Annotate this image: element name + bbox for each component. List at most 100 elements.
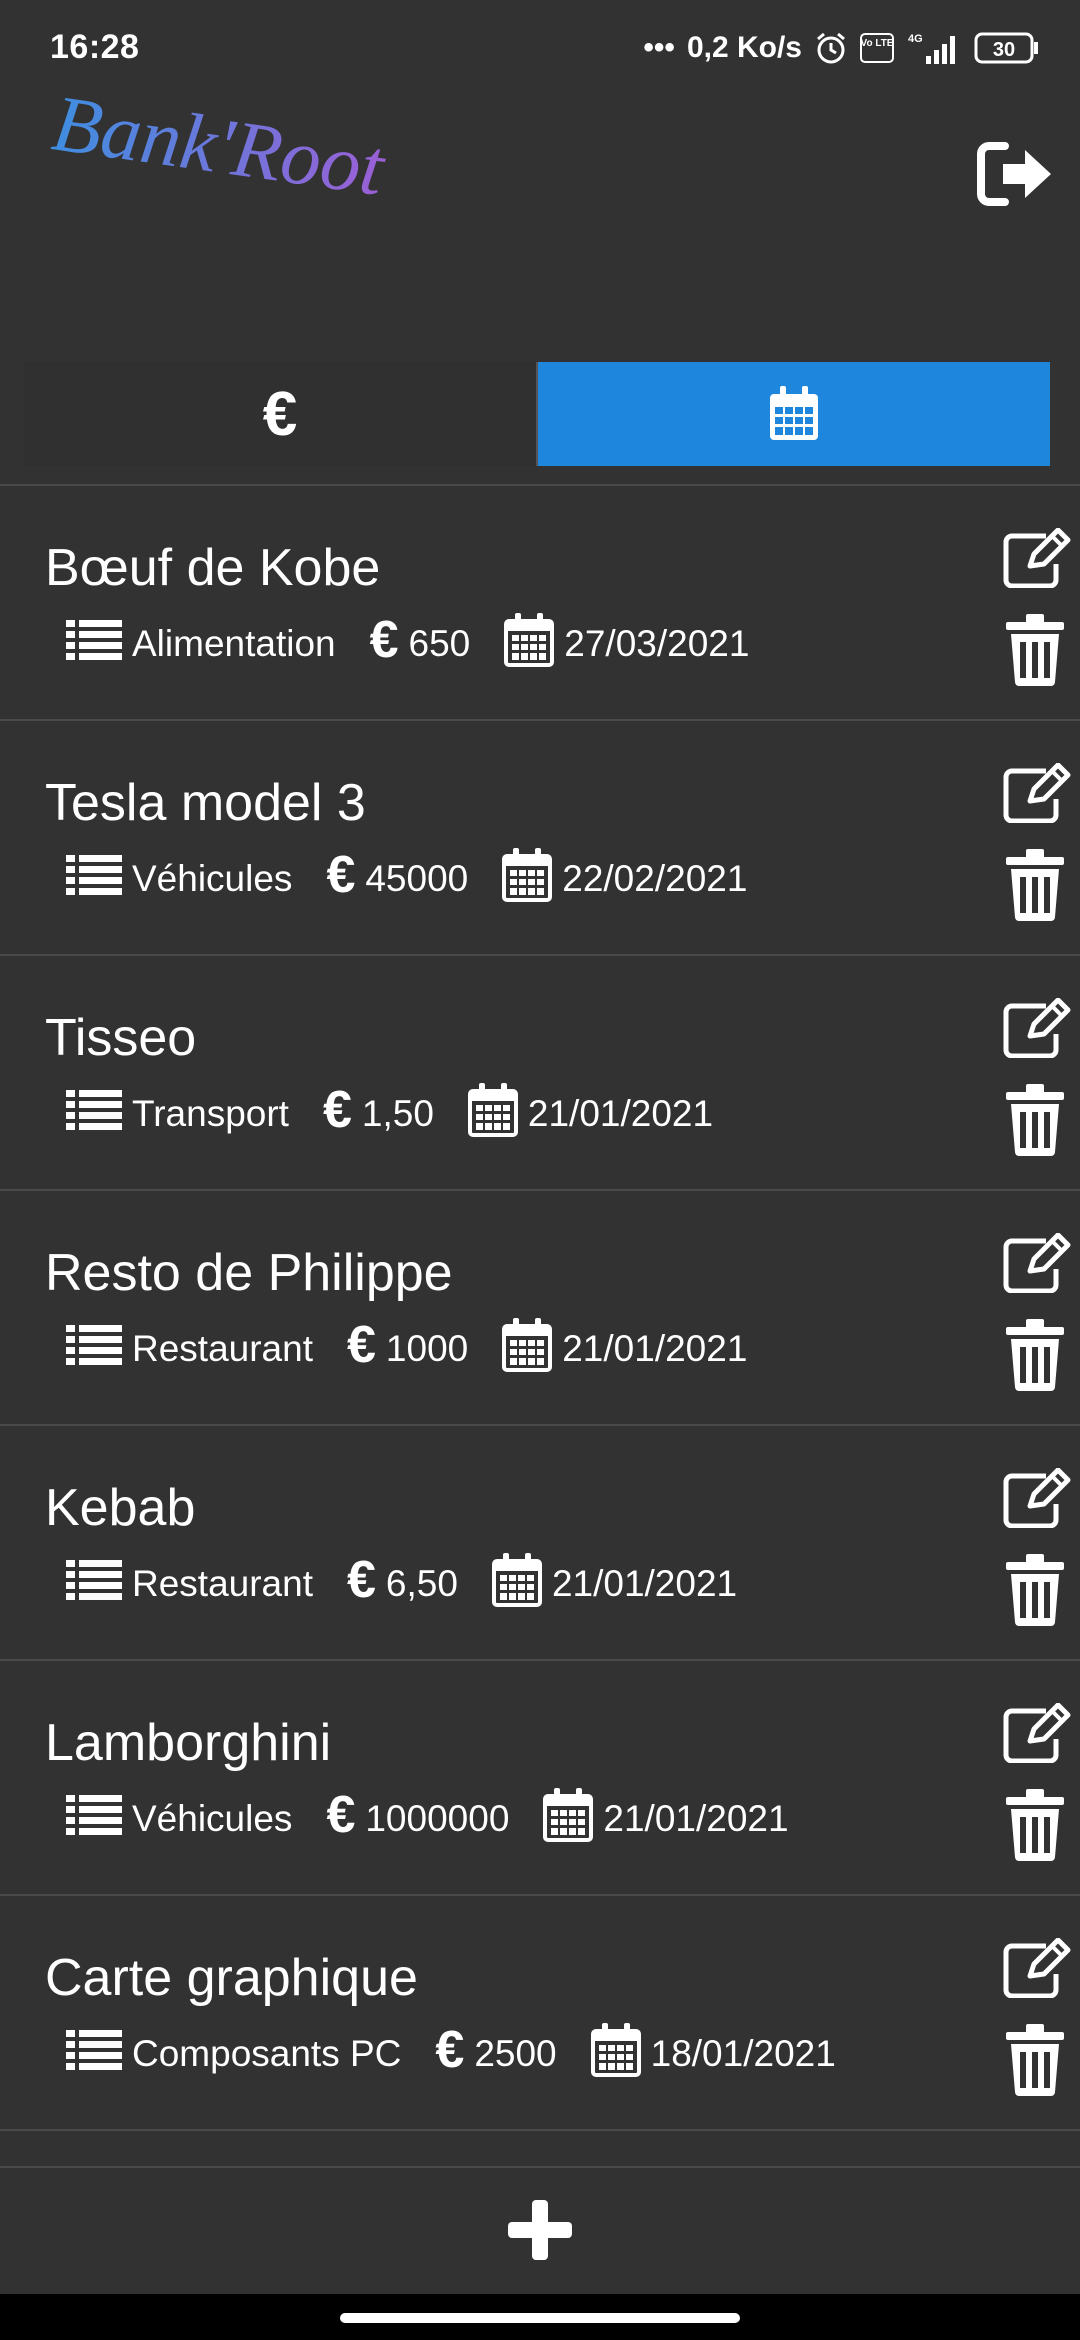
toggle-amount[interactable]: € (24, 362, 538, 466)
category-label: Restaurant (132, 1328, 313, 1369)
expense-date: 22/02/2021 (502, 847, 748, 911)
edit-icon (1002, 1232, 1072, 1297)
alarm-icon (814, 31, 848, 65)
add-expense-button[interactable] (506, 2198, 574, 2262)
edit-icon (1002, 1702, 1072, 1767)
expense-list: Bœuf de Kobe Alimentation €650 27/03/2021 Te… (0, 486, 1080, 2131)
expense-category: Alimentation (66, 618, 336, 671)
trash-icon (1004, 849, 1066, 925)
expense-amount: €2500 (435, 2024, 557, 2080)
expense-date: 21/01/2021 (491, 1552, 737, 1616)
expense-row[interactable]: Tisseo Transport €1,50 21/01/2021 (0, 956, 1080, 1191)
category-label: Véhicules (132, 1798, 293, 1839)
expense-title: Bœuf de Kobe (45, 539, 381, 597)
category-label: Véhicules (132, 858, 293, 899)
expense-row[interactable]: Kebab Restaurant €6,50 21/01/2021 (0, 1426, 1080, 1661)
delete-button[interactable] (1004, 1084, 1066, 1156)
list-icon (66, 1793, 132, 1846)
expense-category: Composants PC (66, 2028, 401, 2081)
expense-row[interactable]: Carte graphique Composants PC €2500 18/01/2… (0, 1896, 1080, 2131)
date-value: 21/01/2021 (562, 1328, 748, 1369)
expense-date: 21/01/2021 (543, 1787, 789, 1851)
edit-button[interactable] (1002, 1232, 1072, 1294)
expense-title: Tisseo (45, 1009, 197, 1067)
status-time: 16:28 (50, 28, 140, 66)
amount-value: 1000 (385, 1328, 469, 1369)
amount-value: 650 (408, 623, 471, 664)
expense-meta: Restaurant €1000 21/01/2021 (66, 1317, 781, 1377)
category-label: Composants PC (132, 2033, 402, 2074)
date-value: 27/03/2021 (564, 623, 750, 664)
home-gesture-handle[interactable] (340, 2313, 740, 2323)
calendar-icon (491, 1552, 552, 1616)
category-label: Restaurant (132, 1563, 313, 1604)
expense-row[interactable]: Tesla model 3 Véhicules €45000 22/02/2021 (0, 721, 1080, 956)
expense-row[interactable]: Lamborghini Véhicules €1000000 21/01/2021 (0, 1661, 1080, 1896)
expense-date: 27/03/2021 (504, 612, 750, 676)
expense-amount: €45000 (326, 849, 469, 905)
expense-title: Kebab (45, 1479, 196, 1537)
svg-text:Bank'Root: Bank'Root (47, 96, 390, 213)
view-toggle: € (24, 362, 1050, 466)
list-icon (66, 1323, 132, 1376)
expense-amount: €650 (370, 614, 471, 670)
delete-button[interactable] (1004, 2024, 1066, 2096)
sign-out-icon (977, 142, 1051, 206)
category-label: Transport (132, 1093, 289, 1134)
svg-text:Vo LTE: Vo LTE (861, 38, 894, 49)
delete-button[interactable] (1004, 1554, 1066, 1626)
amount-value: 2500 (474, 2033, 557, 2074)
expense-row[interactable]: Bœuf de Kobe Alimentation €650 27/03/2021 (0, 486, 1080, 721)
trash-icon (1004, 614, 1066, 690)
expense-title: Lamborghini (45, 1714, 332, 1772)
calendar-icon (502, 1317, 562, 1381)
expense-amount: €1000 (347, 1319, 469, 1375)
edit-button[interactable] (1002, 527, 1072, 589)
category-label: Alimentation (132, 623, 336, 664)
expense-category: Restaurant (66, 1323, 313, 1376)
delete-button[interactable] (1004, 1789, 1066, 1861)
delete-button[interactable] (1004, 614, 1066, 686)
trash-icon (1004, 1319, 1066, 1395)
amount-value: 1,50 (361, 1093, 434, 1134)
volte-icon: Vo LTE (860, 33, 894, 63)
date-value: 21/01/2021 (603, 1798, 789, 1839)
svg-text:4G: 4G (908, 33, 923, 45)
edit-button[interactable] (1002, 997, 1072, 1059)
expense-meta: Transport €1,50 21/01/2021 (66, 1082, 747, 1142)
date-value: 18/01/2021 (650, 2033, 836, 2074)
delete-button[interactable] (1004, 1319, 1066, 1391)
status-indicators: ••• 0,2 Ko/s Vo LTE 4G 30 (643, 26, 1040, 70)
amount-value: 45000 (365, 858, 469, 899)
amount-value: 1000000 (365, 1798, 510, 1839)
euro-icon: € (369, 611, 399, 669)
trash-icon (1004, 1789, 1066, 1865)
expense-category: Transport (66, 1088, 289, 1141)
euro-icon: € (326, 846, 356, 904)
list-icon (66, 1558, 132, 1611)
toggle-date[interactable] (538, 362, 1050, 466)
date-value: 21/01/2021 (527, 1093, 714, 1134)
edit-button[interactable] (1002, 1467, 1072, 1529)
calendar-icon (590, 2022, 651, 2086)
calendar-icon (504, 612, 564, 676)
date-value: 22/02/2021 (562, 858, 748, 899)
edit-button[interactable] (1002, 762, 1072, 824)
euro-icon: € (322, 1081, 352, 1139)
trash-icon (1004, 1084, 1066, 1160)
trash-icon (1004, 1554, 1066, 1630)
delete-button[interactable] (1004, 849, 1066, 921)
expense-amount: €1,50 (323, 1084, 434, 1140)
edit-icon (1002, 1937, 1072, 2002)
expense-meta: Véhicules €1000000 21/01/2021 (66, 1787, 823, 1847)
edit-icon (1002, 762, 1072, 827)
expense-row[interactable]: Resto de Philippe Restaurant €1000 21/01/20… (0, 1191, 1080, 1426)
expense-title: Tesla model 3 (45, 774, 366, 832)
euro-icon: € (347, 1316, 376, 1374)
edit-button[interactable] (1002, 1937, 1072, 1999)
edit-button[interactable] (1002, 1702, 1072, 1764)
euro-icon: € (262, 379, 298, 449)
euro-icon: € (435, 2021, 465, 2079)
logout-button[interactable] (975, 138, 1055, 210)
list-icon (66, 1088, 132, 1141)
